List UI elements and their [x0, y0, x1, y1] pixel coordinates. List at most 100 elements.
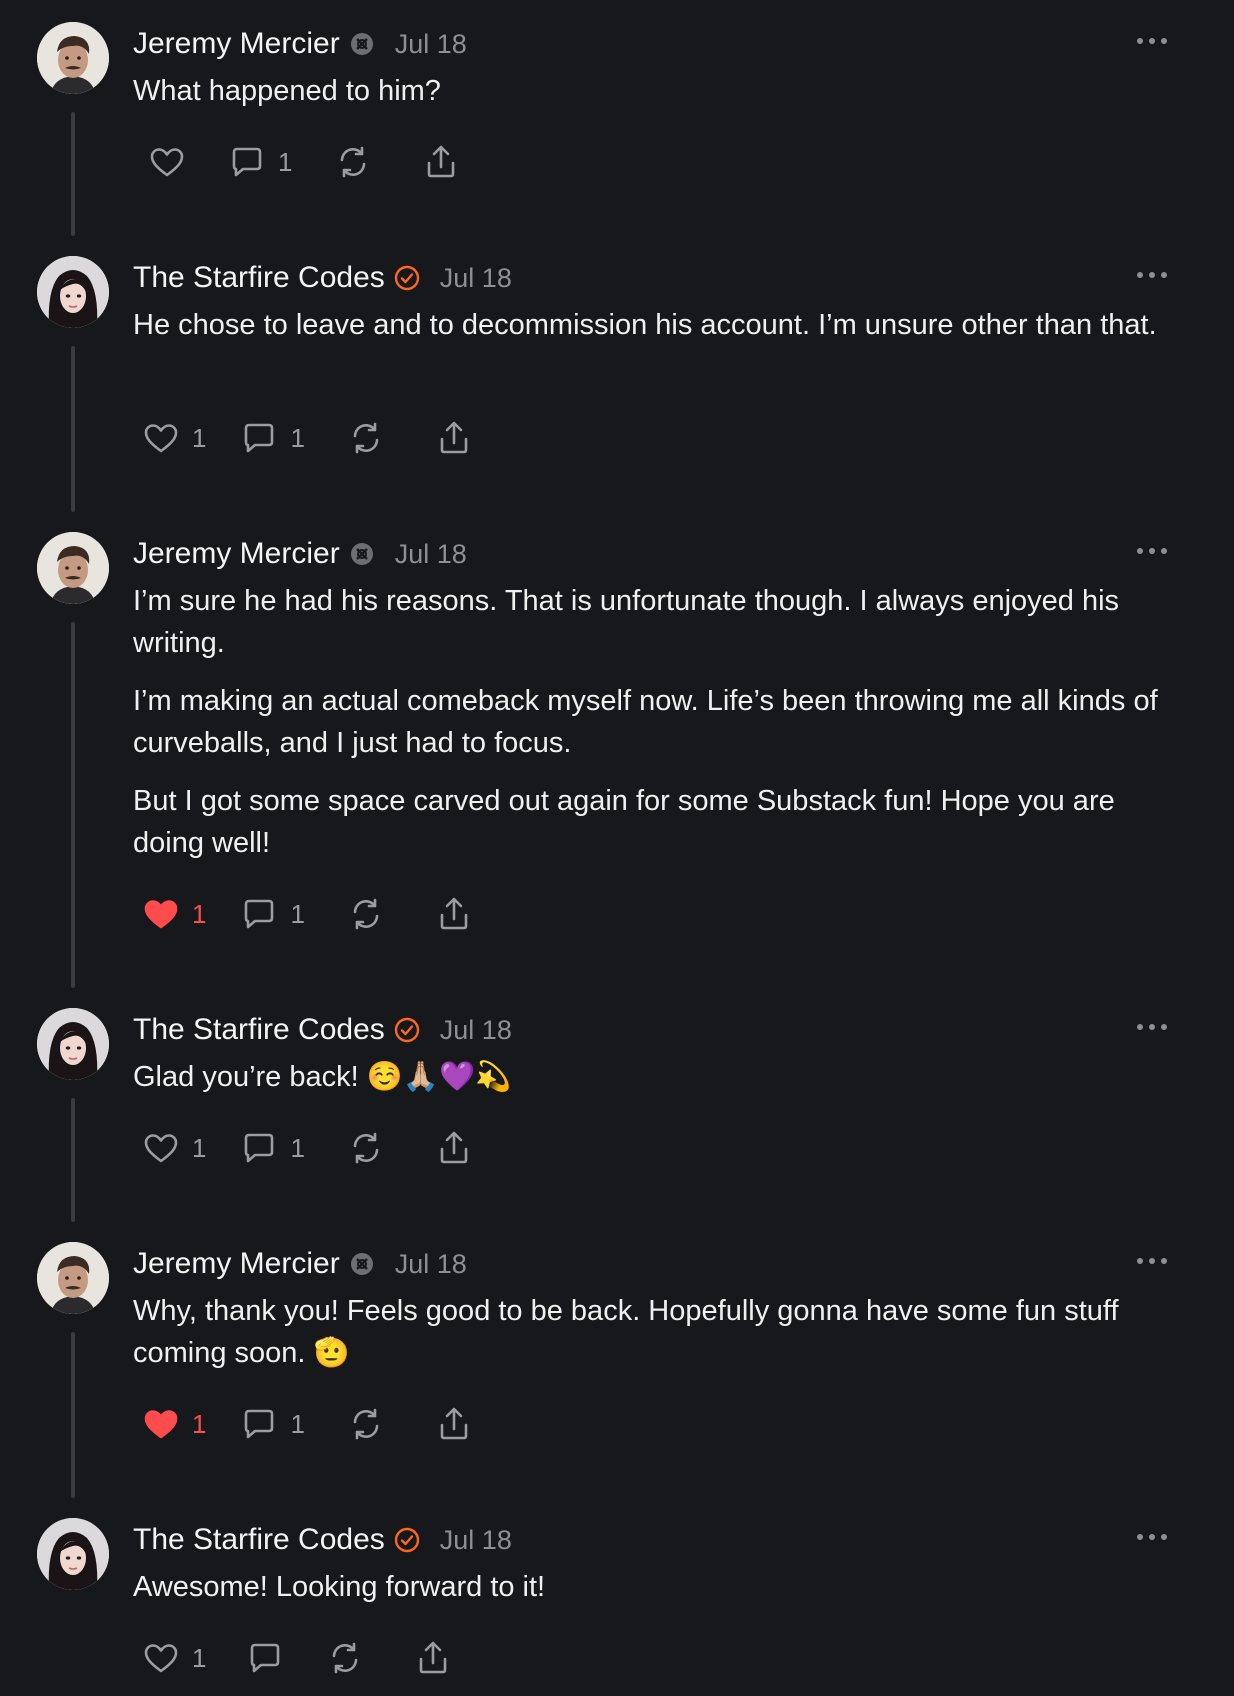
comment-date[interactable]: Jul 18 — [395, 29, 467, 60]
comment-actions: 1 1 — [144, 892, 473, 936]
like-button[interactable] — [148, 143, 186, 181]
comment: Jeremy Mercier Jul 18 Why, thank you! Fe… — [0, 1220, 1234, 1498]
like-count: 1 — [192, 1642, 207, 1673]
comment-date[interactable]: Jul 18 — [440, 263, 512, 294]
like-button[interactable]: 1 — [142, 895, 206, 933]
heart-filled-icon — [144, 900, 178, 929]
restack-icon — [353, 1408, 379, 1440]
comment-button[interactable]: 1 — [240, 895, 305, 933]
like-button[interactable]: 1 — [142, 419, 206, 457]
thread-connector-line — [71, 1332, 75, 1498]
comment-bubble-icon — [245, 899, 274, 929]
share-icon — [440, 897, 468, 930]
avatar-the-starfire-codes[interactable] — [37, 256, 109, 328]
comment-button[interactable]: 1 — [240, 419, 305, 457]
comment-paragraph: He chose to leave and to decommission hi… — [133, 309, 1157, 341]
comment-body: Glad you’re back! ☺️🙏🏼💜💫 — [133, 1056, 1173, 1114]
comment: Jeremy Mercier Jul 18 What happened to h… — [0, 0, 1234, 236]
comment-header: Jeremy Mercier Jul 18 — [133, 534, 467, 574]
avatar-jeremy-mercier[interactable] — [37, 532, 109, 604]
avatar-jeremy-mercier[interactable] — [37, 1242, 109, 1314]
more-options-icon[interactable] — [1137, 541, 1167, 561]
comment-actions: 1 — [144, 1636, 452, 1680]
comment-count: 1 — [290, 898, 305, 929]
like-button[interactable]: 1 — [142, 1405, 206, 1443]
restack-icon — [333, 1642, 358, 1674]
comment-button[interactable]: 1 — [228, 143, 292, 181]
comment-paragraph: What happened to him? — [133, 75, 441, 107]
share-button[interactable] — [435, 895, 473, 933]
comment-count: 1 — [290, 1408, 305, 1439]
avatar-the-starfire-codes[interactable] — [37, 1008, 109, 1080]
restack-button[interactable] — [326, 1639, 364, 1677]
verified-badge-icon — [394, 1017, 420, 1043]
comment-bubble-icon — [245, 423, 274, 453]
share-button[interactable] — [435, 1129, 473, 1167]
share-button[interactable] — [435, 1405, 473, 1443]
restack-button[interactable] — [347, 895, 385, 933]
like-button[interactable]: 1 — [142, 1639, 206, 1677]
comment-date[interactable]: Jul 18 — [395, 1249, 467, 1280]
share-button[interactable] — [422, 143, 460, 181]
comment-paragraph: Why, thank you! Feels good to be back. H… — [133, 1295, 1119, 1369]
share-icon — [420, 1641, 447, 1674]
more-options-icon[interactable] — [1137, 265, 1167, 285]
author-name[interactable]: The Starfire Codes — [133, 261, 385, 295]
like-count: 1 — [192, 422, 207, 453]
comment-date[interactable]: Jul 18 — [440, 1015, 512, 1046]
comment: The Starfire Codes Jul 18 Glad you’re ba… — [0, 986, 1234, 1222]
like-button[interactable]: 1 — [142, 1129, 206, 1167]
comment-body: I’m sure he had his reasons. That is unf… — [133, 580, 1173, 880]
comment: The Starfire Codes Jul 18 He chose to le… — [0, 234, 1234, 512]
author-name[interactable]: Jeremy Mercier — [133, 1247, 340, 1281]
more-options-icon[interactable] — [1137, 1251, 1167, 1271]
comment: The Starfire Codes Jul 18 Awesome! Looki… — [0, 1496, 1234, 1696]
more-options-icon[interactable] — [1137, 1017, 1167, 1037]
thread-connector-line — [71, 346, 75, 512]
restack-button[interactable] — [334, 143, 372, 181]
comment: Jeremy Mercier Jul 18 I’m sure he had hi… — [0, 510, 1234, 988]
more-options-icon[interactable] — [1137, 1527, 1167, 1547]
comment-date[interactable]: Jul 18 — [395, 539, 467, 570]
comment-button[interactable]: 1 — [240, 1405, 305, 1443]
avatar-the-starfire-codes[interactable] — [37, 1518, 109, 1590]
author-name[interactable]: Jeremy Mercier — [133, 537, 340, 571]
comment-actions: 1 1 — [144, 1126, 473, 1170]
comment-actions: 1 1 — [144, 1402, 473, 1446]
comment-bubble-icon — [251, 1643, 280, 1673]
more-options-icon[interactable] — [1137, 31, 1167, 51]
comment-body: Why, thank you! Feels good to be back. H… — [133, 1290, 1173, 1390]
author-name[interactable]: The Starfire Codes — [133, 1523, 385, 1557]
like-count: 1 — [192, 898, 207, 929]
comment-paragraph: Glad you’re back! ☺️🙏🏼💜💫 — [133, 1061, 512, 1093]
heart-icon — [150, 148, 184, 177]
comment-bubble-icon — [245, 1409, 274, 1439]
heart-icon — [144, 424, 178, 453]
comment-button[interactable]: 1 — [240, 1129, 305, 1167]
comment-header: Jeremy Mercier Jul 18 — [133, 1244, 467, 1284]
verified-badge-icon — [394, 265, 420, 291]
comment-body: Awesome! Looking forward to it! — [133, 1566, 1173, 1624]
comment-paragraph: I’m sure he had his reasons. That is unf… — [133, 585, 1120, 659]
author-name[interactable]: Jeremy Mercier — [133, 27, 340, 61]
comment-date[interactable]: Jul 18 — [440, 1525, 512, 1556]
author-name[interactable]: The Starfire Codes — [133, 1013, 385, 1047]
share-button[interactable] — [414, 1639, 452, 1677]
restack-button[interactable] — [347, 1129, 385, 1167]
restack-button[interactable] — [347, 419, 385, 457]
comment-header: The Starfire Codes Jul 18 — [133, 258, 512, 298]
restack-icon — [353, 1132, 379, 1164]
like-count: 1 — [192, 1132, 207, 1163]
avatar-jeremy-mercier[interactable] — [37, 22, 109, 94]
share-icon — [428, 145, 455, 178]
comment-button[interactable] — [246, 1639, 284, 1677]
share-button[interactable] — [435, 419, 473, 457]
thread-connector-line — [71, 112, 75, 236]
restack-button[interactable] — [347, 1405, 385, 1443]
subscriber-badge-icon — [349, 541, 375, 567]
share-icon — [440, 1407, 468, 1440]
subscriber-badge-icon — [349, 31, 375, 57]
comment-header: The Starfire Codes Jul 18 — [133, 1520, 512, 1560]
comment-header: The Starfire Codes Jul 18 — [133, 1010, 512, 1050]
comment-actions: 1 1 — [144, 416, 473, 460]
